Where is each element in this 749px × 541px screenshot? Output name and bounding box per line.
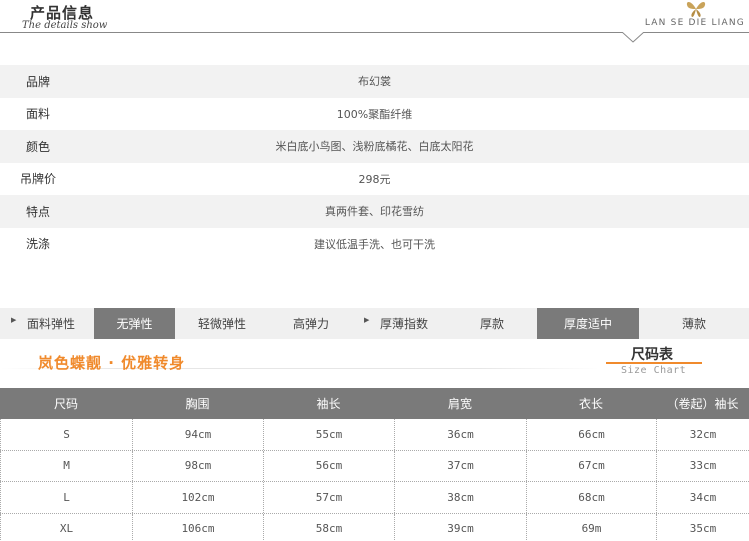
table-cell: 36cm: [394, 419, 526, 450]
section-header: 产品信息 The details show LAN SE DIE LIANG: [0, 0, 749, 46]
info-value: 建议低温手洗、也可干洗: [314, 237, 435, 251]
butterfly-logo-icon: [686, 1, 706, 17]
info-row-color: 颜色 米白底小鸟图、浅粉底橘花、白底太阳花: [0, 130, 749, 163]
info-label: 面料: [26, 107, 51, 122]
table-cell: 35cm: [656, 513, 749, 541]
table-cell: 34cm: [656, 482, 749, 513]
info-row-price: 吊牌价 298元: [0, 163, 749, 196]
elasticity-option-high: 高弹力: [292, 317, 329, 331]
thickness-option-thin: 薄款: [681, 317, 706, 331]
size-chart-underline: [606, 362, 702, 364]
elasticity-option-slight: 轻微弹性: [197, 317, 246, 331]
thickness-label: ▶ 厚薄指数: [364, 316, 428, 331]
table-cell: 98cm: [132, 450, 263, 481]
divider-notch: [622, 32, 644, 43]
info-label: 洗涤: [26, 237, 51, 252]
table-cell: L: [0, 482, 132, 513]
info-row-features: 特点 真两件套、印花雪纺: [0, 195, 749, 228]
table-row: L 102cm 57cm 38cm 68cm 34cm: [0, 482, 749, 514]
info-row-brand: 品牌 布幻裳: [0, 65, 749, 98]
info-label: 颜色: [26, 139, 51, 154]
table-cell: 102cm: [132, 482, 263, 513]
info-label: 品牌: [26, 74, 51, 89]
thickness-option-medium: 厚度适中: [537, 308, 639, 339]
size-table-header: 尺码 胸围 袖长 肩宽 衣长 （卷起）袖长: [0, 388, 749, 419]
thickness-option-thick: 厚款: [479, 317, 504, 331]
table-cell: S: [0, 419, 132, 450]
info-value: 298元: [358, 172, 391, 186]
table-cell: 57cm: [263, 482, 394, 513]
column-header: 袖长: [316, 397, 341, 411]
column-header: 尺码: [53, 397, 78, 411]
column-header: 衣长: [578, 397, 603, 411]
size-chart-title: 尺码表: [631, 347, 673, 363]
table-cell: 55cm: [263, 419, 394, 450]
product-info-table: 品牌 布幻裳 面料 100%聚酯纤维 颜色 米白底小鸟图、浅粉底橘花、白底太阳花…: [0, 65, 749, 260]
column-header: 肩宽: [447, 397, 472, 411]
section-subtitle: The details show: [22, 20, 108, 31]
table-row: XL 106cm 58cm 39cm 69m 35cm: [0, 513, 749, 541]
info-row-washing: 洗涤 建议低温手洗、也可干洗: [0, 228, 749, 261]
triangle-right-icon: ▶: [364, 316, 370, 324]
info-row-fabric: 面料 100%聚酯纤维: [0, 98, 749, 131]
table-cell: 68cm: [526, 482, 656, 513]
info-value: 布幻裳: [358, 75, 391, 89]
table-cell: 106cm: [132, 513, 263, 541]
table-cell: XL: [0, 513, 132, 541]
table-cell: 33cm: [656, 450, 749, 481]
elasticity-option-none: 无弹性: [94, 308, 175, 339]
table-cell: 38cm: [394, 482, 526, 513]
info-value: 真两件套、印花雪纺: [325, 205, 424, 219]
table-cell: 32cm: [656, 419, 749, 450]
info-value: 米白底小鸟图、浅粉底橘花、白底太阳花: [275, 140, 474, 154]
brand-name: LAN SE DIE LIANG: [644, 18, 745, 28]
info-label: 特点: [26, 204, 51, 219]
table-cell: 37cm: [394, 450, 526, 481]
table-cell: 58cm: [263, 513, 394, 541]
table-cell: M: [0, 450, 132, 481]
attribute-bar: ▶ 面料弹性 无弹性 轻微弹性 高弹力 ▶ 厚薄指数 厚款 厚度适中 薄款: [0, 308, 749, 339]
table-cell: 66cm: [526, 419, 656, 450]
column-header: 胸围: [185, 397, 210, 411]
table-cell: 94cm: [132, 419, 263, 450]
table-cell: 39cm: [394, 513, 526, 541]
table-row: S 94cm 55cm 36cm 66cm 32cm: [0, 419, 749, 451]
table-row: M 98cm 56cm 37cm 67cm 33cm: [0, 450, 749, 482]
info-label: 吊牌价: [20, 172, 57, 187]
column-header: （卷起）袖长: [666, 397, 739, 411]
table-cell: 67cm: [526, 450, 656, 481]
table-cell: 56cm: [263, 450, 394, 481]
slogan: 岚色蝶靓 · 优雅转身: [38, 354, 186, 372]
info-value: 100%聚酯纤维: [336, 107, 413, 121]
elasticity-label: ▶ 面料弹性: [11, 316, 75, 331]
triangle-right-icon: ▶: [11, 316, 17, 324]
size-chart-subtitle: Size Chart: [621, 365, 687, 376]
size-table: 尺码 胸围 袖长 肩宽 衣长 （卷起）袖长 S 94cm 55cm 36cm 6…: [0, 388, 749, 541]
table-cell: 69m: [526, 513, 656, 541]
